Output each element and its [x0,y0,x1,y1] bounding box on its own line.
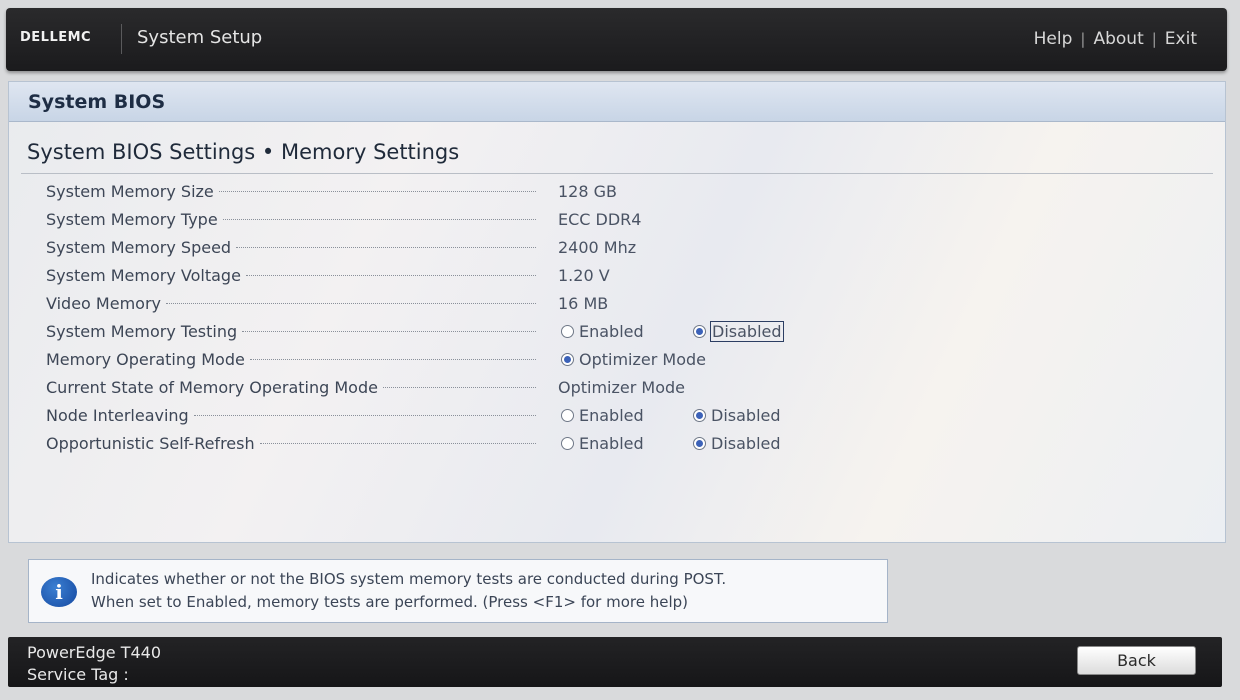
exit-link[interactable]: Exit [1165,29,1197,49]
link-separator: | [1151,30,1157,48]
radio-off-icon [561,437,574,450]
help-text: Indicates whether or not the BIOS system… [91,568,726,614]
radio-on-icon [693,437,706,450]
info-icon: i [41,577,77,607]
self-refresh-disabled-radio[interactable]: Disabled [692,434,782,453]
model-name: PowerEdge T440 [27,643,162,662]
setting-row-memory-testing: System Memory Testing Enabled Disabled [9,318,1225,346]
app-title: System Setup [137,27,263,48]
setting-label: System Memory Type [46,210,218,229]
setting-row-memory-size: System Memory Size 128 GB [9,178,1225,206]
setting-row-video-memory: Video Memory 16 MB [9,290,1225,318]
dotted-leader [242,331,536,332]
setting-row-memory-voltage: System Memory Voltage 1.20 V [9,262,1225,290]
dotted-leader [222,219,536,220]
service-tag-label: Service Tag : [27,665,129,684]
help-link[interactable]: Help [1034,29,1073,49]
help-line: When set to Enabled, memory tests are pe… [91,593,689,611]
setting-label: Memory Operating Mode [46,350,245,369]
divider [21,173,1213,174]
node-interleaving-disabled-radio[interactable]: Disabled [692,406,782,425]
setting-value: ECC DDR4 [558,210,642,229]
setting-label: Opportunistic Self-Refresh [46,434,255,453]
setting-label: System Memory Voltage [46,266,241,285]
operating-mode-optimizer-radio[interactable]: Optimizer Mode [560,350,707,369]
link-separator: | [1080,30,1086,48]
setting-value: 1.20 V [558,266,610,285]
setting-label: Current State of Memory Operating Mode [46,378,378,397]
setting-value: 2400 Mhz [558,238,637,257]
setting-value: 16 MB [558,294,609,313]
radio-off-icon [561,409,574,422]
setting-row-memory-type: System Memory Type ECC DDR4 [9,206,1225,234]
panel-header: System BIOS [9,82,1225,122]
page-breadcrumb: System BIOS Settings • Memory Settings [27,140,460,164]
back-button[interactable]: Back [1077,646,1196,675]
setting-label: Video Memory [46,294,161,313]
radio-on-icon [693,409,706,422]
dell-emc-logo: DELLEMC [20,30,92,45]
dotted-leader [236,247,536,248]
setting-value: Optimizer Mode [558,378,685,397]
bottom-bar: PowerEdge T440 Service Tag : Back [8,637,1222,687]
setting-label: System Memory Speed [46,238,232,257]
dotted-leader [249,359,536,360]
radio-on-icon [693,325,706,338]
dotted-leader [245,275,536,276]
help-box: i Indicates whether or not the BIOS syst… [28,559,888,623]
header-links: Help | About | Exit [1034,29,1197,49]
dotted-leader [382,387,536,388]
settings-list: System Memory Size 128 GB System Memory … [9,178,1225,458]
radio-off-icon [561,325,574,338]
dotted-leader [193,415,536,416]
memory-testing-enabled-radio[interactable]: Enabled [560,322,645,341]
top-bar: DELLEMC System Setup Help | About | Exit [6,8,1227,71]
setting-row-self-refresh: Opportunistic Self-Refresh Enabled Disab… [9,430,1225,458]
header-divider [121,24,122,54]
radio-on-icon [561,353,574,366]
dotted-leader [165,303,536,304]
help-line: Indicates whether or not the BIOS system… [91,570,727,588]
setting-row-memory-speed: System Memory Speed 2400 Mhz [9,234,1225,262]
setting-row-current-operating-mode: Current State of Memory Operating Mode O… [9,374,1225,402]
panel-title: System BIOS [28,91,166,113]
memory-testing-disabled-radio[interactable]: Disabled [692,321,784,342]
setting-label: Node Interleaving [46,406,189,425]
setting-value: 128 GB [558,182,617,201]
node-interleaving-enabled-radio[interactable]: Enabled [560,406,645,425]
setting-row-operating-mode: Memory Operating Mode Optimizer Mode [9,346,1225,374]
self-refresh-enabled-radio[interactable]: Enabled [560,434,645,453]
setting-label: System Memory Size [46,182,214,201]
dotted-leader [218,191,536,192]
settings-panel: System BIOS System BIOS Settings • Memor… [8,81,1226,543]
setting-label: System Memory Testing [46,322,238,341]
about-link[interactable]: About [1093,29,1143,49]
setting-row-node-interleaving: Node Interleaving Enabled Disabled [9,402,1225,430]
dotted-leader [259,443,536,444]
